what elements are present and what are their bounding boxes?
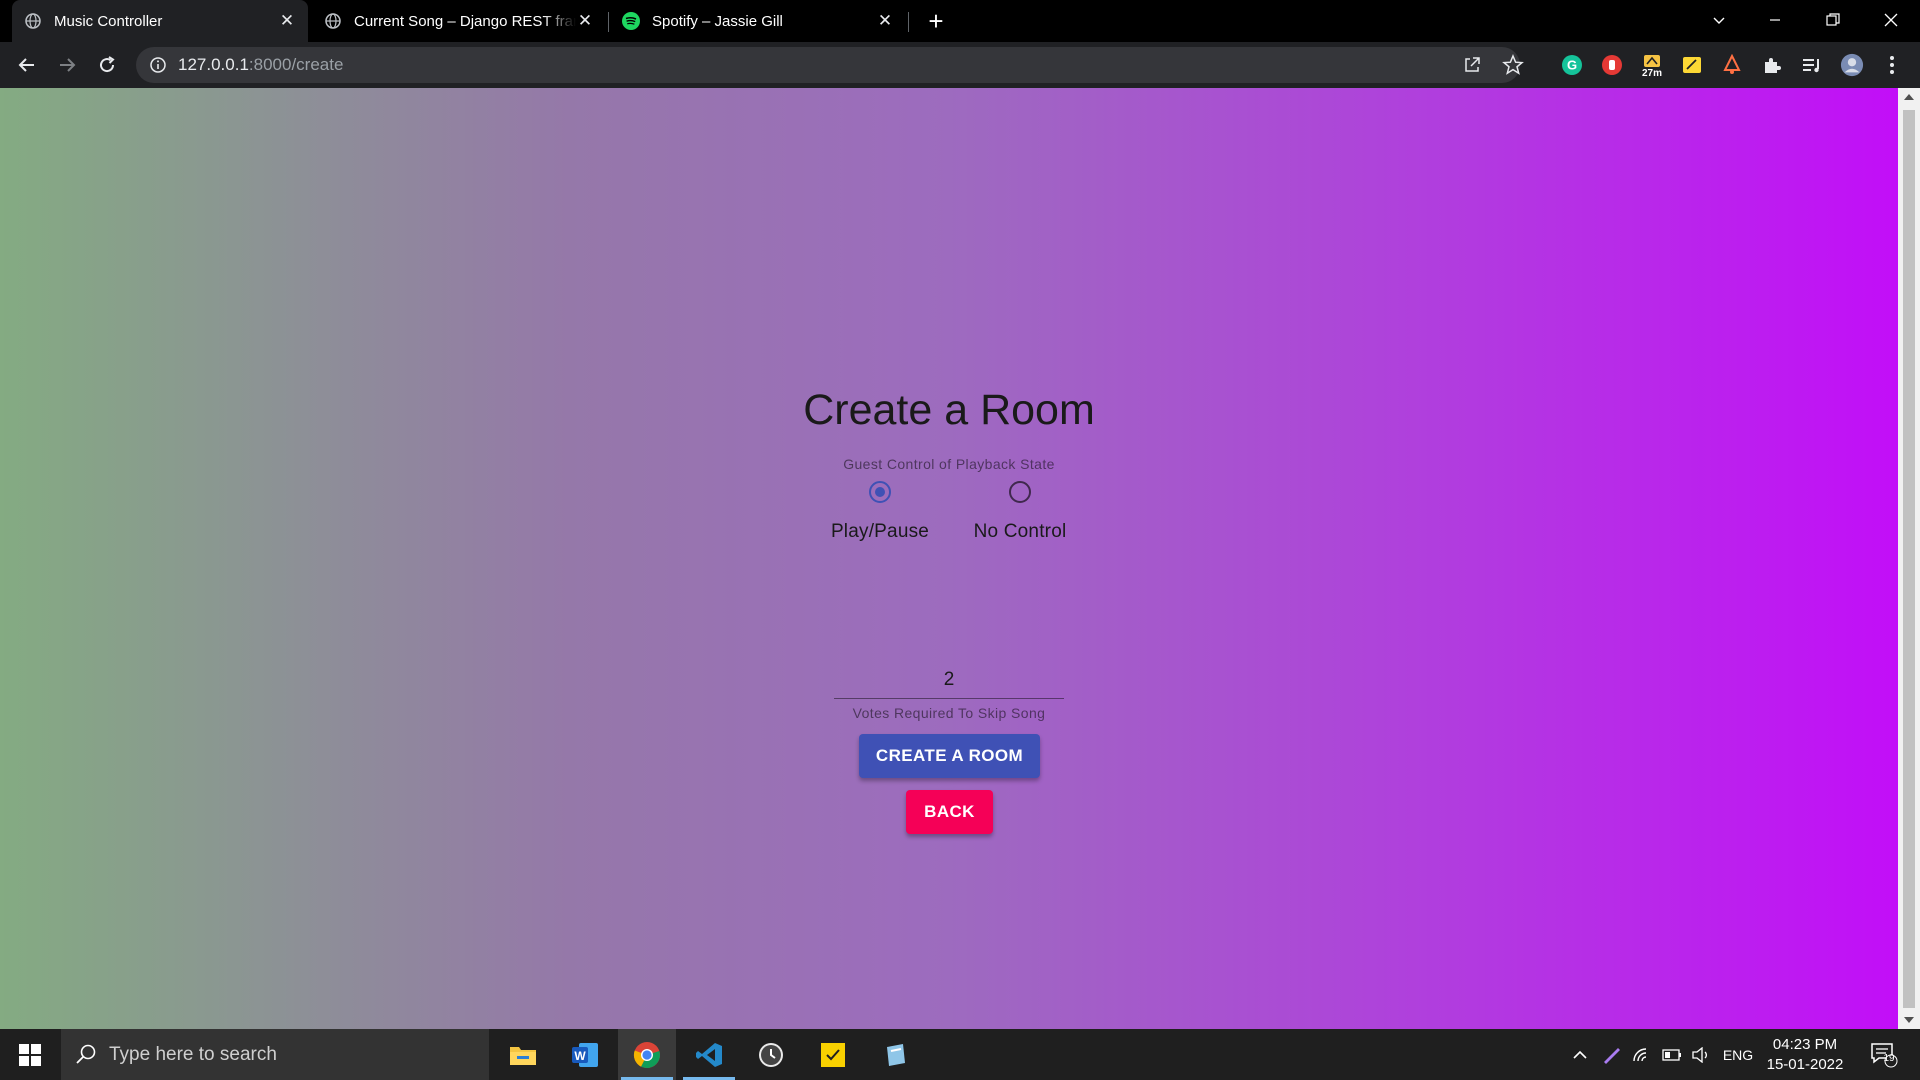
close-tab-icon[interactable]: ✕ <box>876 11 894 30</box>
clock-time: 04:23 PM <box>1772 1036 1838 1053</box>
tab-music-controller[interactable]: Music Controller ✕ <box>12 0 308 42</box>
chrome-icon[interactable] <box>618 1029 676 1080</box>
system-clock[interactable]: 04:23 PM 15-01-2022 <box>1760 1035 1850 1075</box>
svg-text:W: W <box>574 1049 586 1063</box>
chevron-up-icon[interactable] <box>1568 1029 1592 1080</box>
clock-app-icon[interactable] <box>742 1029 800 1080</box>
language-indicator[interactable]: ENG <box>1720 1029 1756 1080</box>
word-icon[interactable]: W <box>556 1029 614 1080</box>
globe-icon <box>24 12 42 30</box>
media-control-icon[interactable] <box>1800 53 1824 77</box>
battery-icon[interactable] <box>1658 1029 1684 1080</box>
tab-spotify[interactable]: Spotify – Jassie Gill ✕ <box>610 0 906 42</box>
timer-extension-icon[interactable]: 27m <box>1640 50 1664 82</box>
note-extension-icon[interactable] <box>1680 53 1704 77</box>
snipping-tool-icon[interactable] <box>866 1029 924 1080</box>
globe-icon <box>324 12 342 30</box>
notification-center-icon[interactable]: 19 <box>1866 1029 1902 1080</box>
grammarly-icon[interactable]: G <box>1560 53 1584 77</box>
vscode-icon[interactable] <box>680 1029 738 1080</box>
tab-current-song[interactable]: Current Song – Django REST framework ✕ <box>312 0 606 42</box>
radio-label: No Control <box>973 521 1067 542</box>
url-path: :8000/create <box>248 55 344 74</box>
notification-count: 19 <box>1883 1053 1895 1064</box>
file-explorer-icon[interactable] <box>494 1029 552 1080</box>
extensions-puzzle-icon[interactable] <box>1760 53 1784 77</box>
close-window-button[interactable] <box>1868 0 1914 40</box>
volume-icon[interactable] <box>1688 1029 1714 1080</box>
tab-strip: Music Controller ✕ Current Song – Django… <box>0 0 1920 42</box>
windows-logo-icon <box>19 1043 41 1066</box>
url-host: 127.0.0.1 <box>178 55 249 74</box>
minimize-button[interactable] <box>1752 0 1798 40</box>
site-info-icon[interactable] <box>149 56 167 79</box>
taskbar-search-box[interactable]: Type here to search <box>61 1029 489 1080</box>
clock-date: 15-01-2022 <box>1766 1056 1844 1073</box>
sticky-notes-icon[interactable] <box>804 1029 862 1080</box>
scrollbar-thumb[interactable] <box>1903 110 1915 1008</box>
scroll-down-icon[interactable] <box>1904 1017 1914 1023</box>
close-tab-icon[interactable]: ✕ <box>576 11 594 30</box>
search-placeholder: Type here to search <box>109 1044 277 1065</box>
page-viewport: Create a Room Guest Control of Playback … <box>0 88 1898 1029</box>
extension-badge: 27m <box>1641 67 1662 79</box>
profile-avatar[interactable] <box>1840 53 1864 77</box>
bookmark-star-icon[interactable] <box>1502 54 1524 81</box>
playback-helper-text: Guest Control of Playback State <box>843 456 1055 472</box>
forward-arrow-icon[interactable] <box>53 51 81 79</box>
bell-extension-icon[interactable] <box>1720 53 1744 77</box>
votes-helper-text: Votes Required To Skip Song <box>852 705 1046 721</box>
new-tab-button[interactable]: + <box>922 7 950 35</box>
svg-text:G: G <box>1567 58 1577 73</box>
radio-checked-icon[interactable] <box>869 481 891 503</box>
address-bar[interactable]: 127.0.0.1:8000/create <box>136 47 1524 83</box>
share-icon[interactable] <box>1462 55 1482 80</box>
tab-title: Spotify – Jassie Gill <box>652 12 783 30</box>
votes-input[interactable] <box>834 661 1064 699</box>
tab-separator <box>608 12 609 32</box>
pen-icon[interactable] <box>1598 1029 1624 1080</box>
back-button[interactable]: BACK <box>906 790 993 834</box>
spotify-icon <box>622 12 640 30</box>
radio-unchecked-icon[interactable] <box>1009 481 1031 503</box>
menu-kebab-icon[interactable] <box>1880 53 1904 77</box>
tab-separator <box>908 12 909 32</box>
radio-option-play-pause[interactable]: Play/Pause <box>810 481 950 543</box>
back-arrow-icon[interactable] <box>13 51 41 79</box>
create-room-button[interactable]: CREATE A ROOM <box>859 734 1040 778</box>
radio-option-no-control[interactable]: No Control <box>950 481 1090 543</box>
url-text: 127.0.0.1:8000/create <box>178 47 343 83</box>
restore-button[interactable] <box>1810 0 1856 40</box>
browser-toolbar: 127.0.0.1:8000/create G 27m <box>0 42 1920 88</box>
windows-taskbar: Type here to search W ENG 04:23 PM 15-01… <box>0 1029 1920 1080</box>
tab-search-icon[interactable] <box>1696 0 1742 40</box>
vertical-scrollbar[interactable] <box>1898 88 1920 1029</box>
page-title: Create a Room <box>803 386 1095 434</box>
tab-title: Current Song – Django REST framework <box>354 12 576 30</box>
start-button[interactable] <box>0 1029 60 1080</box>
scroll-up-icon[interactable] <box>1904 94 1914 100</box>
reload-icon[interactable] <box>93 51 121 79</box>
wifi-icon[interactable] <box>1630 1029 1654 1080</box>
block-site-icon[interactable] <box>1600 53 1624 77</box>
tab-title: Music Controller <box>54 12 163 30</box>
close-tab-icon[interactable]: ✕ <box>278 11 296 30</box>
search-icon <box>75 1043 97 1070</box>
radio-label: Play/Pause <box>830 521 930 542</box>
